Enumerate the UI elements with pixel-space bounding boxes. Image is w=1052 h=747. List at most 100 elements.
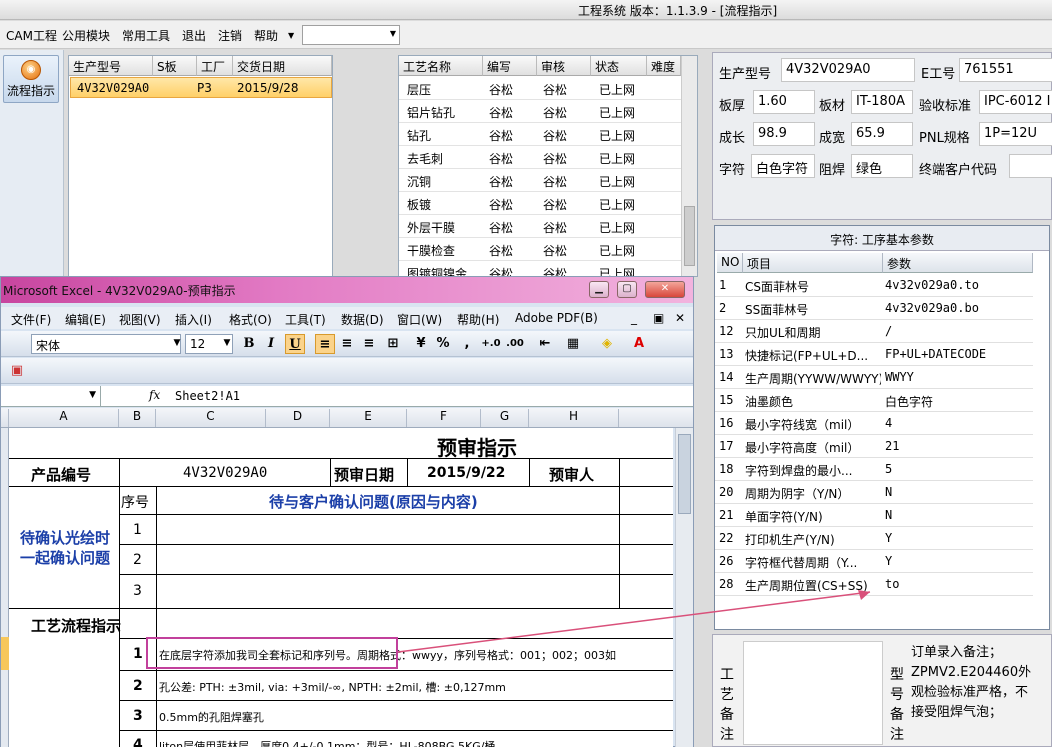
table-row[interactable]: 钻孔 谷松 谷松 已上网 [399, 123, 681, 146]
table-row[interactable]: 干膜检查 谷松 谷松 已上网 [399, 238, 681, 261]
excel-menu-format[interactable]: 格式(O) [229, 311, 272, 328]
table-row[interactable]: 16 最小字符线宽（mil） 4 [715, 412, 1033, 435]
table-row[interactable]: 26 字符框代替周期（Y... Y [715, 550, 1033, 573]
close-icon[interactable]: ✕ [675, 311, 685, 325]
table-row[interactable]: 20 周期为阴字（Y/N） N [715, 481, 1033, 504]
excel-menu-insert[interactable]: 插入(I) [175, 311, 212, 328]
menu-combo[interactable]: ▼ [302, 25, 400, 45]
table-row[interactable]: 沉铜 谷松 谷松 已上网 [399, 169, 681, 192]
flow-instruction-button[interactable]: ◉ 流程指示 [3, 55, 59, 103]
chevron-down-icon[interactable]: ▼ [217, 334, 237, 354]
bold-icon[interactable]: B [239, 334, 259, 354]
fill-color-icon[interactable]: ◈ [597, 334, 617, 354]
pnl-field[interactable]: 1P=12U [979, 122, 1052, 146]
process-header-name[interactable]: 工艺名称 [399, 56, 483, 76]
process-header-writer[interactable]: 编写 [483, 56, 537, 76]
formula-value[interactable]: Sheet2!A1 [175, 389, 240, 403]
param-header-item[interactable]: 项目 [743, 253, 883, 273]
flow-row-4-text[interactable]: liton层使用菲林层，厚度0.4+/-0.1mm；型号：HL-808BG 5K… [159, 738, 495, 747]
thickness-field[interactable]: 1.60 [753, 90, 815, 114]
comma-icon[interactable]: , [457, 334, 477, 354]
table-row[interactable]: 铝片钻孔 谷松 谷松 已上网 [399, 100, 681, 123]
col-c[interactable]: C [156, 409, 266, 427]
excel-menu-file[interactable]: 文件(F) [11, 311, 51, 328]
merge-icon[interactable]: ⊞ [383, 334, 403, 354]
table-row[interactable]: 4V32V029A0 P3 2015/9/28 [70, 77, 332, 98]
underline-icon[interactable]: U [285, 334, 305, 354]
table-row[interactable]: 13 快捷标记(FP+UL+D... FP+UL+DATECODE [715, 343, 1033, 366]
param-header-no[interactable]: NO [717, 253, 743, 273]
char-field[interactable]: 白色字符 [751, 154, 815, 178]
flow-row-3-text[interactable]: 0.5mm的孔阻焊塞孔 [159, 709, 264, 725]
minimize-icon[interactable]: _ [631, 311, 637, 325]
col-e[interactable]: E [330, 409, 407, 427]
minimize-icon[interactable]: ▁ [589, 281, 609, 298]
table-row[interactable]: 18 字符到焊盘的最小... 5 [715, 458, 1033, 481]
table-row[interactable]: 图镀铜镍金 谷松 谷松 已上网 [399, 261, 681, 276]
table-row[interactable]: 21 单面字符(Y/N) N [715, 504, 1033, 527]
col-a[interactable]: A [9, 409, 119, 427]
menu-logout[interactable]: 注销 [218, 27, 242, 44]
table-row[interactable]: 层压 谷松 谷松 已上网 [399, 77, 681, 100]
chevron-down-icon[interactable]: ▼ [390, 29, 396, 38]
col-g[interactable]: G [481, 409, 529, 427]
excel-menu-help[interactable]: 帮助(H) [457, 311, 499, 328]
font-color-icon[interactable]: A [629, 334, 649, 354]
orders-header-factory[interactable]: 工厂 [197, 56, 233, 76]
border-icon[interactable]: ▦ [563, 334, 583, 354]
process-scrollbar[interactable] [681, 56, 697, 276]
mask-field[interactable]: 绿色 [851, 154, 913, 178]
excel-menu-edit[interactable]: 编辑(E) [65, 311, 106, 328]
fx-icon[interactable]: fx [149, 388, 160, 402]
col-b[interactable]: B [119, 409, 156, 427]
excel-titlebar[interactable]: Microsoft Excel - 4V32V029A0-预审指示 ▁ ▢ ✕ [1, 277, 693, 303]
font-select[interactable]: 宋体 [31, 334, 181, 354]
length-field[interactable]: 98.9 [753, 122, 815, 146]
table-row[interactable]: 15 油墨颜色 白色字符 [715, 389, 1033, 412]
excel-menu-data[interactable]: 数据(D) [341, 311, 384, 328]
process-header-difficulty[interactable]: 难度 [647, 56, 681, 76]
close-icon[interactable]: ✕ [645, 281, 685, 298]
name-box[interactable]: ▼ [1, 386, 101, 406]
excel-window[interactable]: Microsoft Excel - 4V32V029A0-预审指示 ▁ ▢ ✕ … [0, 276, 694, 747]
align-left-icon[interactable]: ≡ [315, 334, 335, 354]
menu-tools[interactable]: 常用工具 [122, 27, 170, 44]
menu-public-module[interactable]: 公用模块 [62, 27, 110, 44]
process-header-status[interactable]: 状态 [591, 56, 647, 76]
param-header-value[interactable]: 参数 [883, 253, 1033, 273]
indent-icon[interactable]: ⇤ [535, 334, 555, 354]
chevron-down-icon[interactable]: ▼ [167, 334, 187, 354]
model-field[interactable]: 4V32V029A0 [781, 58, 915, 82]
table-row[interactable]: 17 最小字符高度（mil） 21 [715, 435, 1033, 458]
select-all-corner[interactable] [1, 409, 9, 427]
flow-row-2-text[interactable]: 孔公差: PTH: ±3mil, via: +3mil/-∞, NPTH: ±2… [159, 679, 506, 695]
table-row[interactable]: 2 SS面菲林号 4v32v029a0.bo [715, 297, 1033, 320]
restore-icon[interactable]: ▣ [653, 311, 664, 325]
row-header-selected[interactable] [1, 637, 9, 670]
col-f[interactable]: F [407, 409, 481, 427]
menu-exit[interactable]: 退出 [182, 27, 206, 44]
eng-field[interactable]: 761551 [959, 58, 1052, 82]
standard-field[interactable]: IPC-6012 I [979, 90, 1052, 114]
process-header-reviewer[interactable]: 审核 [537, 56, 591, 76]
scroll-thumb[interactable] [678, 434, 691, 514]
menu-help[interactable]: 帮助 [254, 27, 278, 44]
macro-icon[interactable]: ▣ [7, 361, 27, 381]
align-center-icon[interactable]: ≡ [337, 334, 357, 354]
excel-menu-tools[interactable]: 工具(T) [285, 311, 326, 328]
table-row[interactable]: 板镀 谷松 谷松 已上网 [399, 192, 681, 215]
table-row[interactable]: 外层干膜 谷松 谷松 已上网 [399, 215, 681, 238]
product-value[interactable]: 4V32V029A0 [183, 465, 267, 481]
currency-icon[interactable]: ¥ [411, 334, 431, 354]
excel-menu-window[interactable]: 窗口(W) [397, 311, 442, 328]
review-date-value[interactable]: 2015/9/22 [427, 465, 505, 481]
chevron-down-icon[interactable]: ▼ [89, 390, 96, 400]
col-d[interactable]: D [266, 409, 330, 427]
orders-header-date[interactable]: 交货日期 [233, 56, 332, 76]
italic-icon[interactable]: I [261, 334, 281, 354]
maximize-icon[interactable]: ▢ [617, 281, 637, 298]
table-row[interactable]: 14 生产周期(YYWW/WWYY) WWYY [715, 366, 1033, 389]
chevron-down-icon[interactable]: ▼ [288, 31, 294, 40]
menu-cam[interactable]: CAM工程 [6, 27, 57, 44]
orders-header-s[interactable]: S板 [153, 56, 197, 76]
